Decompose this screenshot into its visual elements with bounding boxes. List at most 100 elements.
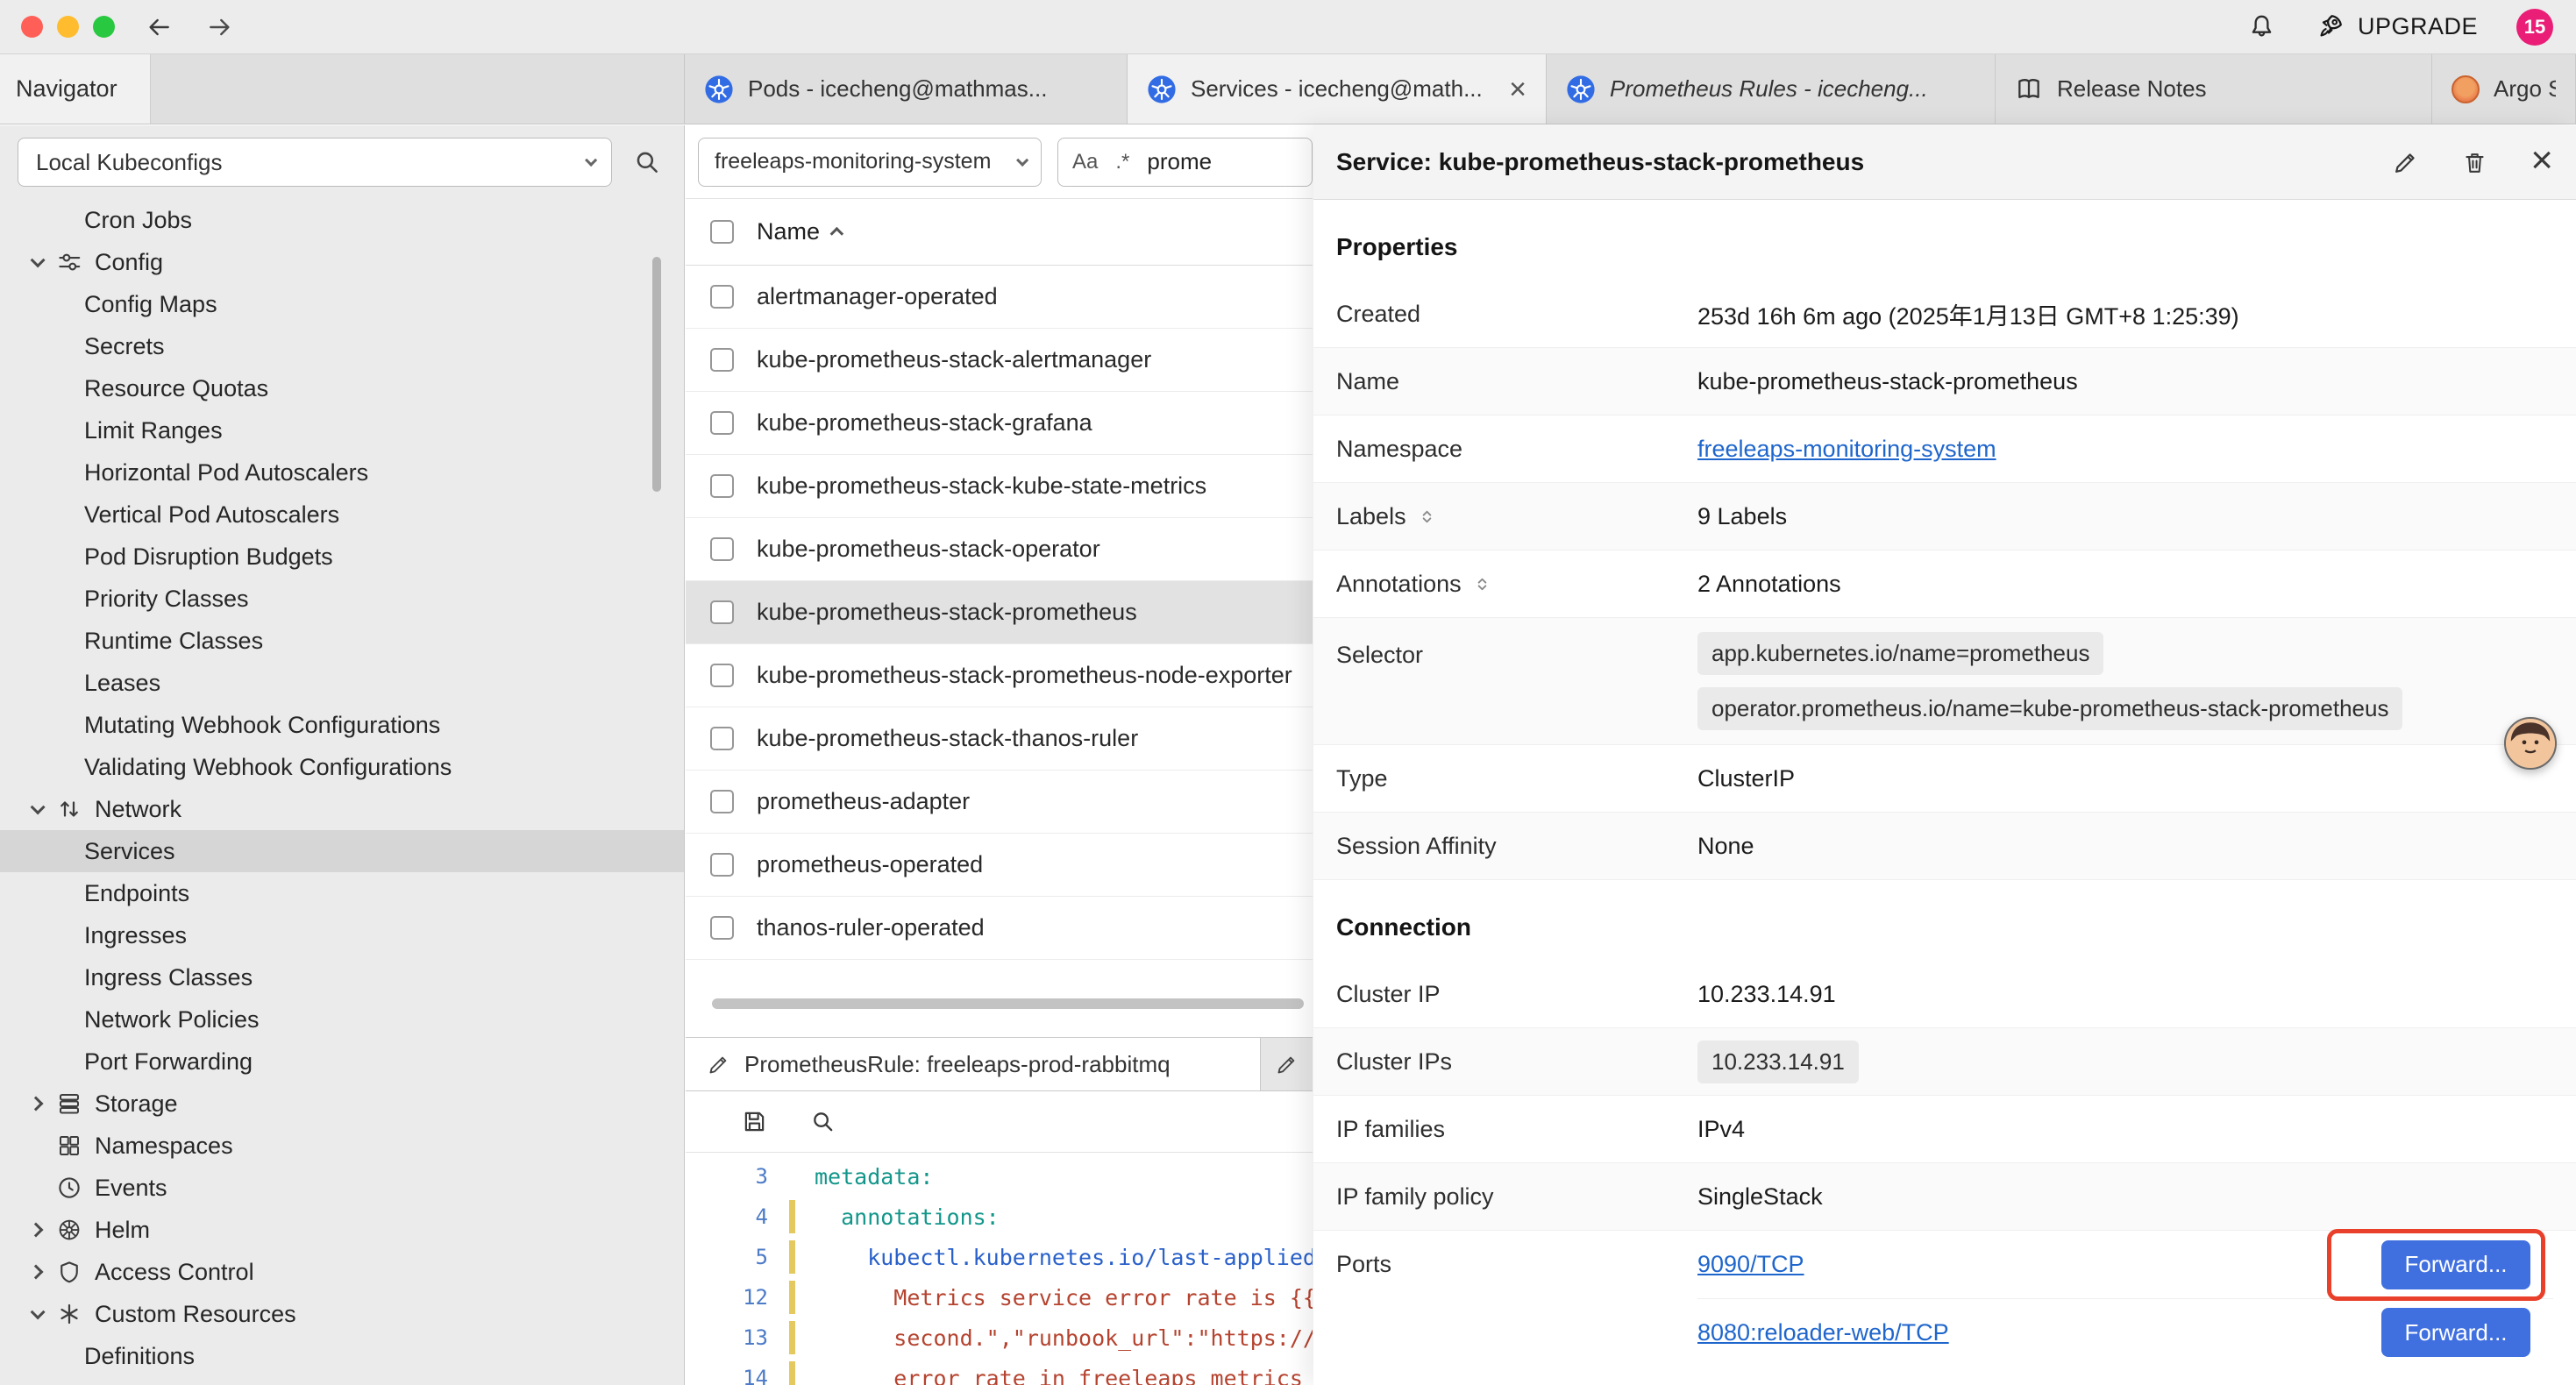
property-row-name: Name kube-prometheus-stack-prometheus bbox=[1313, 348, 2576, 416]
sidebar-item-config-maps[interactable]: Config Maps bbox=[0, 283, 684, 325]
editor-tab-partial[interactable] bbox=[1261, 1038, 1312, 1090]
table-row[interactable]: kube-prometheus-stack-prometheus-node-ex… bbox=[686, 644, 1313, 707]
sidebar-item-priority-classes[interactable]: Priority Classes bbox=[0, 578, 684, 620]
sidebar-item-storage[interactable]: Storage bbox=[0, 1083, 684, 1125]
search-input[interactable]: Aa .* prome bbox=[1057, 138, 1313, 187]
table-row[interactable]: kube-prometheus-stack-thanos-ruler bbox=[686, 707, 1313, 771]
table-row[interactable]: kube-prometheus-stack-alertmanager bbox=[686, 329, 1313, 392]
code-line: 12 Metrics service error rate is {{ $va bbox=[686, 1277, 1313, 1318]
port-8080-link[interactable]: 8080:reloader-web/TCP bbox=[1697, 1319, 1949, 1346]
sidebar-item-ingress-classes[interactable]: Ingress Classes bbox=[0, 956, 684, 998]
row-checkbox[interactable] bbox=[710, 853, 734, 877]
table-row[interactable]: kube-prometheus-stack-grafana bbox=[686, 392, 1313, 455]
expand-annotations-icon[interactable] bbox=[1472, 574, 1492, 594]
regex-toggle[interactable]: .* bbox=[1115, 150, 1129, 174]
table-row[interactable]: prometheus-adapter bbox=[686, 771, 1313, 834]
sidebar-search-button[interactable] bbox=[624, 139, 670, 185]
namespace-link[interactable]: freeleaps-monitoring-system bbox=[1697, 436, 1996, 463]
events-clock-icon bbox=[51, 1175, 88, 1201]
tab-prometheus-rules[interactable]: Prometheus Rules - icecheng... bbox=[1547, 54, 1996, 124]
delete-trash-icon[interactable] bbox=[2461, 149, 2488, 176]
yaml-editor[interactable]: 3metadata: 4 annotations: 5 kubectl.kube… bbox=[686, 1153, 1313, 1385]
sidebar-item-endpoints[interactable]: Endpoints bbox=[0, 872, 684, 914]
tab-services[interactable]: Services - icecheng@math... × bbox=[1128, 54, 1547, 124]
forward-port-9090-button[interactable]: Forward... bbox=[2381, 1240, 2530, 1289]
network-icon bbox=[51, 796, 88, 822]
table-row-selected[interactable]: kube-prometheus-stack-prometheus bbox=[686, 581, 1313, 644]
close-panel-icon[interactable]: × bbox=[2530, 141, 2553, 180]
row-checkbox[interactable] bbox=[710, 916, 734, 940]
forward-port-8080-button[interactable]: Forward... bbox=[2381, 1308, 2530, 1357]
close-tab-icon[interactable]: × bbox=[1509, 75, 1526, 104]
tab-argo[interactable]: Argo S bbox=[2432, 54, 2576, 124]
table-row[interactable]: kube-prometheus-stack-kube-state-metrics bbox=[686, 455, 1313, 518]
sidebar-item-validating-webhook-configurations[interactable]: Validating Webhook Configurations bbox=[0, 746, 684, 788]
kubernetes-icon bbox=[1566, 75, 1596, 104]
row-checkbox[interactable] bbox=[710, 664, 734, 687]
sidebar-item-ingresses[interactable]: Ingresses bbox=[0, 914, 684, 956]
floating-avatar[interactable] bbox=[2504, 717, 2557, 770]
sidebar-item-namespaces[interactable]: Namespaces bbox=[0, 1125, 684, 1167]
upgrade-button[interactable]: UPGRADE bbox=[2315, 11, 2478, 42]
sidebar-item-events[interactable]: Events bbox=[0, 1167, 684, 1209]
table-row[interactable]: kube-prometheus-stack-operator bbox=[686, 518, 1313, 581]
editor-tab-prometheusrule[interactable]: PrometheusRule: freeleaps-prod-rabbitmq bbox=[686, 1038, 1261, 1090]
horizontal-scrollbar[interactable] bbox=[712, 998, 1304, 1009]
row-checkbox[interactable] bbox=[710, 537, 734, 561]
sidebar-item-helm[interactable]: Helm bbox=[0, 1209, 684, 1251]
select-all-checkbox[interactable] bbox=[710, 220, 734, 244]
sidebar-item-horizontal-pod-autoscalers[interactable]: Horizontal Pod Autoscalers bbox=[0, 451, 684, 494]
sidebar-item-resource-quotas[interactable]: Resource Quotas bbox=[0, 367, 684, 409]
sidebar-item-vertical-pod-autoscalers[interactable]: Vertical Pod Autoscalers bbox=[0, 494, 684, 536]
sidebar-item-port-forwarding[interactable]: Port Forwarding bbox=[0, 1041, 684, 1083]
sidebar-item-access-control[interactable]: Access Control bbox=[0, 1251, 684, 1293]
sidebar-item-runtime-classes[interactable]: Runtime Classes bbox=[0, 620, 684, 662]
row-checkbox[interactable] bbox=[710, 790, 734, 813]
sidebar-item-mutating-webhook-configurations[interactable]: Mutating Webhook Configurations bbox=[0, 704, 684, 746]
row-checkbox[interactable] bbox=[710, 474, 734, 498]
sidebar-item-pod-disruption-budgets[interactable]: Pod Disruption Budgets bbox=[0, 536, 684, 578]
sidebar-item-network[interactable]: Network bbox=[0, 788, 684, 830]
expand-labels-icon[interactable] bbox=[1417, 507, 1437, 527]
sidebar-scrollbar[interactable] bbox=[652, 257, 661, 492]
minimize-window-button[interactable] bbox=[57, 16, 79, 38]
table-row[interactable]: thanos-ruler-operated bbox=[686, 897, 1313, 960]
forward-button[interactable] bbox=[206, 13, 234, 41]
maximize-window-button[interactable] bbox=[93, 16, 115, 38]
row-checkbox[interactable] bbox=[710, 727, 734, 750]
config-icon bbox=[51, 249, 88, 275]
row-checkbox[interactable] bbox=[710, 411, 734, 435]
table-row[interactable]: alertmanager-operated bbox=[686, 266, 1313, 329]
kubeconfig-selector[interactable]: Local Kubeconfigs bbox=[18, 138, 612, 187]
sidebar-item-services[interactable]: Services bbox=[0, 830, 684, 872]
sidebar-item-network-policies[interactable]: Network Policies bbox=[0, 998, 684, 1041]
namespace-selector[interactable]: freeleaps-monitoring-system bbox=[698, 138, 1042, 187]
sidebar-item-limit-ranges[interactable]: Limit Ranges bbox=[0, 409, 684, 451]
tab-release-notes[interactable]: Release Notes bbox=[1996, 54, 2432, 124]
notifications-bell-icon[interactable] bbox=[2247, 12, 2276, 41]
sidebar-item-leases[interactable]: Leases bbox=[0, 662, 684, 704]
sidebar-item-custom-resources[interactable]: Custom Resources bbox=[0, 1293, 684, 1335]
row-checkbox[interactable] bbox=[710, 285, 734, 309]
account-badge[interactable]: 15 bbox=[2516, 9, 2553, 46]
close-window-button[interactable] bbox=[21, 16, 43, 38]
navigator-tab[interactable]: Navigator bbox=[0, 54, 151, 124]
table-row[interactable]: prometheus-operated bbox=[686, 834, 1313, 897]
sidebar-item-config[interactable]: Config bbox=[0, 241, 684, 283]
navigator-sidebar: Local Kubeconfigs Cron Jobs Config Confi… bbox=[0, 125, 685, 1385]
sidebar-item-definitions[interactable]: Definitions bbox=[0, 1335, 684, 1377]
row-checkbox[interactable] bbox=[710, 348, 734, 372]
back-button[interactable] bbox=[145, 13, 173, 41]
edit-pencil-icon[interactable] bbox=[2392, 149, 2419, 176]
row-checkbox[interactable] bbox=[710, 600, 734, 624]
name-column-header[interactable]: Name bbox=[757, 218, 843, 245]
tab-pods[interactable]: Pods - icecheng@mathmas... bbox=[685, 54, 1128, 124]
chevron-down-icon bbox=[31, 252, 46, 267]
editor-search-icon[interactable] bbox=[809, 1108, 836, 1135]
sidebar-item-cron-jobs[interactable]: Cron Jobs bbox=[0, 199, 684, 241]
match-case-toggle[interactable]: Aa bbox=[1072, 150, 1098, 174]
sidebar-item-secrets[interactable]: Secrets bbox=[0, 325, 684, 367]
port-9090-link[interactable]: 9090/TCP bbox=[1697, 1251, 1804, 1278]
shield-icon bbox=[51, 1259, 88, 1285]
save-icon[interactable] bbox=[740, 1107, 769, 1136]
